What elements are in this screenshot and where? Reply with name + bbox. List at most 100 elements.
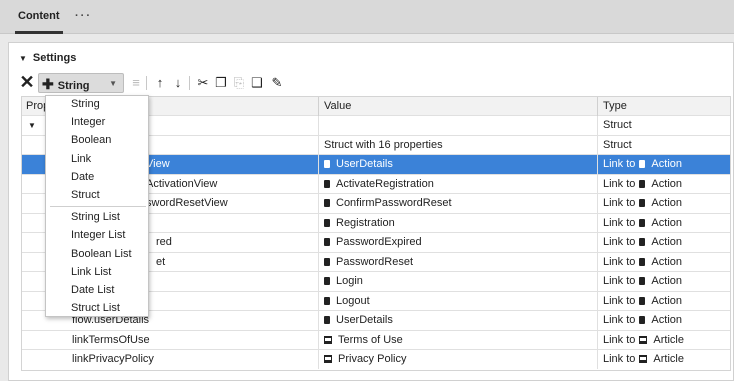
action-icon <box>324 218 330 227</box>
menu-item-integer[interactable]: Integer <box>71 114 105 131</box>
type-prefix: Link to <box>603 158 636 170</box>
type-name: Action <box>651 216 682 229</box>
duplicate-icon[interactable]: ❑ <box>249 73 265 93</box>
article-icon <box>639 335 648 344</box>
value-text: PasswordExpired <box>336 236 422 248</box>
action-icon <box>639 218 646 227</box>
value-cell: UserDetails <box>318 311 592 330</box>
expand-caret-icon[interactable]: ▼ <box>28 121 36 130</box>
type-name: Action <box>651 255 682 268</box>
type-name: Action <box>651 197 682 209</box>
action-icon <box>639 179 646 188</box>
action-icon <box>324 316 330 324</box>
type-cell: Link to Article <box>597 350 731 369</box>
value-cell: Registration <box>318 213 592 233</box>
type-cell: Struct <box>597 135 731 155</box>
action-icon <box>324 296 330 305</box>
menu-item-string-list[interactable]: String List <box>71 209 120 226</box>
type-cell: Link to Action <box>597 155 731 174</box>
value-cell: PasswordReset <box>318 252 592 272</box>
type-name: Action <box>651 314 682 326</box>
cut-icon[interactable]: ✂ <box>195 73 211 93</box>
column-header-type[interactable]: Type <box>597 97 731 116</box>
menu-item-boolean[interactable]: Boolean <box>71 132 111 149</box>
toolbar-divider <box>146 76 147 90</box>
type-prefix: Link to <box>603 294 636 307</box>
action-icon <box>324 257 330 266</box>
menu-item-boolean-list[interactable]: Boolean List <box>71 246 132 263</box>
collapse-caret-icon[interactable]: ▼ <box>19 54 27 63</box>
menu-item-link-list[interactable]: Link List <box>71 264 111 281</box>
toolbar: ✕ ✚ String ▼ ≡ ↑ ↓ ✂ ❐ ⎘ ❑ ✎ <box>19 73 419 93</box>
type-cell: Link to Article <box>597 330 731 350</box>
type-cell: Link to Action <box>597 213 731 233</box>
type-prefix: Link to <box>603 216 636 229</box>
type-name: Action <box>651 158 682 170</box>
action-icon <box>639 238 646 246</box>
add-type-dropdown-menu: String Integer Boolean Link Date Struct … <box>45 95 149 317</box>
value-cell: Privacy Policy <box>318 350 592 369</box>
value-text: UserDetails <box>336 158 393 170</box>
add-type-label: String <box>57 80 90 92</box>
menu-divider <box>50 206 146 207</box>
move-down-icon[interactable]: ↓ <box>170 73 186 93</box>
type-cell: Link to Action <box>597 194 731 213</box>
menu-item-link[interactable]: Link <box>71 151 91 168</box>
type-cell: Link to Action <box>597 311 731 330</box>
action-icon <box>324 277 330 285</box>
type-cell: Link to Action <box>597 291 731 311</box>
action-icon <box>324 179 330 188</box>
type-name: Action <box>651 294 682 307</box>
settings-section-header[interactable]: ▼ Settings <box>19 52 76 64</box>
type-prefix: Link to <box>603 314 636 326</box>
value-cell: ActivateRegistration <box>318 174 592 194</box>
value-text: Privacy Policy <box>338 353 407 365</box>
type-cell: Struct <box>597 116 731 135</box>
value-text: Login <box>336 275 363 287</box>
value-cell: PasswordExpired <box>318 233 592 252</box>
value-cell: Login <box>318 272 592 291</box>
type-cell: Link to Action <box>597 174 731 194</box>
type-prefix: Link to <box>603 353 636 365</box>
value-text: Registration <box>336 216 395 229</box>
value-text: PasswordReset <box>336 255 414 268</box>
type-name: Action <box>651 236 682 248</box>
menu-item-struct-list[interactable]: Struct List <box>71 300 120 317</box>
copy-icon[interactable]: ❐ <box>213 73 229 93</box>
article-icon <box>324 355 332 363</box>
type-prefix: Link to <box>603 255 636 268</box>
type-cell: Link to Action <box>597 252 731 272</box>
tab-more-menu[interactable]: ··· <box>75 10 92 34</box>
value-cell: Logout <box>318 291 592 311</box>
menu-item-integer-list[interactable]: Integer List <box>71 227 125 244</box>
value-text: UserDetails <box>336 314 393 326</box>
delete-icon[interactable]: ✕ <box>19 73 35 93</box>
table-row[interactable]: linkPrivacyPolicy Privacy Policy Link to… <box>22 350 730 370</box>
chevron-down-icon: ▼ <box>109 79 117 88</box>
paste-icon[interactable]: ⎘ <box>231 73 247 93</box>
list-icon[interactable]: ≡ <box>128 73 144 93</box>
move-up-icon[interactable]: ↑ <box>152 73 168 93</box>
menu-item-date[interactable]: Date <box>71 169 94 186</box>
column-header-value[interactable]: Value <box>318 97 592 116</box>
plus-icon: ✚ <box>42 76 54 92</box>
type-cell: Link to Action <box>597 272 731 291</box>
value-cell: Terms of Use <box>318 330 592 350</box>
type-name: Article <box>653 333 684 346</box>
table-row[interactable]: linkTermsOfUse Terms of Use Link to Artic… <box>22 330 731 350</box>
tab-content[interactable]: Content <box>15 10 63 34</box>
add-type-dropdown-button[interactable]: ✚ String ▼ <box>38 73 124 93</box>
menu-item-struct[interactable]: Struct <box>71 187 100 204</box>
action-icon <box>324 199 330 207</box>
action-icon <box>324 238 330 246</box>
edit-pencil-icon[interactable]: ✎ <box>269 73 285 93</box>
article-icon <box>324 335 332 344</box>
toolbar-divider <box>189 76 190 90</box>
menu-item-date-list[interactable]: Date List <box>71 282 114 299</box>
type-prefix: Link to <box>603 177 636 190</box>
menu-item-string[interactable]: String <box>71 96 100 113</box>
value-cell: Struct with 16 properties <box>318 135 592 155</box>
section-title: Settings <box>32 52 77 64</box>
property-cell: linkPrivacyPolicy <box>72 353 154 365</box>
value-cell: ConfirmPasswordReset <box>318 194 592 213</box>
